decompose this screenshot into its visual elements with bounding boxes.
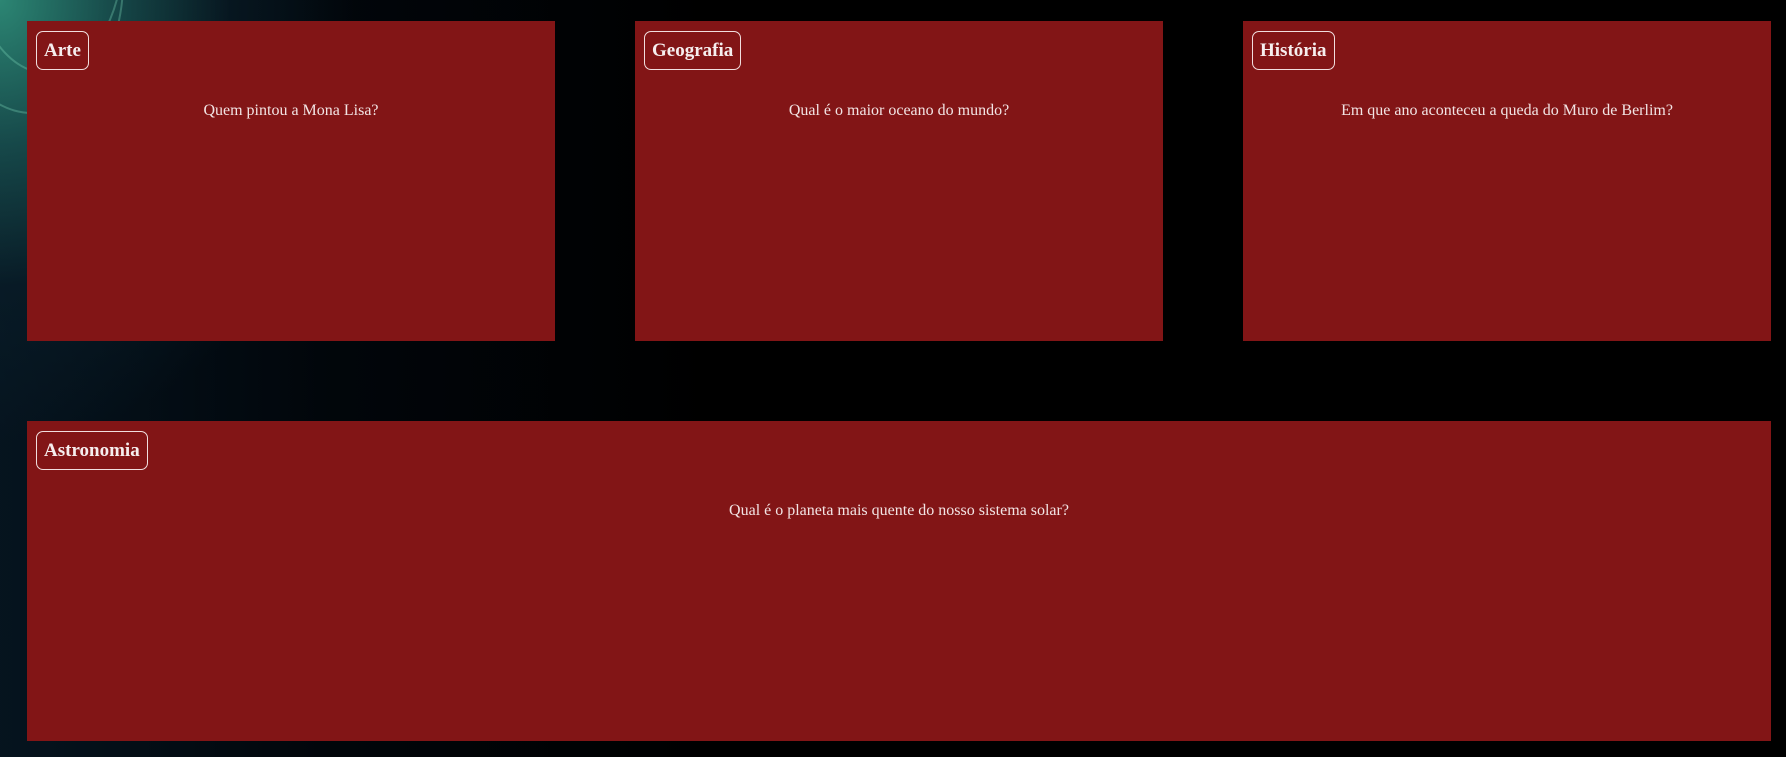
question-text-geografia: Qual é o maior oceano do mundo? <box>788 102 1010 119</box>
card-astronomia[interactable]: Astronomia Qual é o planeta mais quente … <box>27 421 1771 741</box>
question-text-historia: Em que ano aconteceu a queda do Muro de … <box>1341 102 1673 119</box>
card-historia[interactable]: História Em que ano aconteceu a queda do… <box>1243 21 1771 341</box>
question-text-astronomia: Qual é o planeta mais quente do nosso si… <box>729 502 1069 519</box>
category-badge-arte: Arte <box>36 31 89 70</box>
card-arte[interactable]: Arte Quem pintou a Mona Lisa? <box>27 21 555 341</box>
question-text-arte: Quem pintou a Mona Lisa? <box>203 102 379 119</box>
category-badge-geografia: Geografia <box>644 31 742 70</box>
category-badge-historia: História <box>1252 31 1335 70</box>
category-badge-astronomia: Astronomia <box>36 431 148 470</box>
card-geografia[interactable]: Geografia Qual é o maior oceano do mundo… <box>635 21 1163 341</box>
